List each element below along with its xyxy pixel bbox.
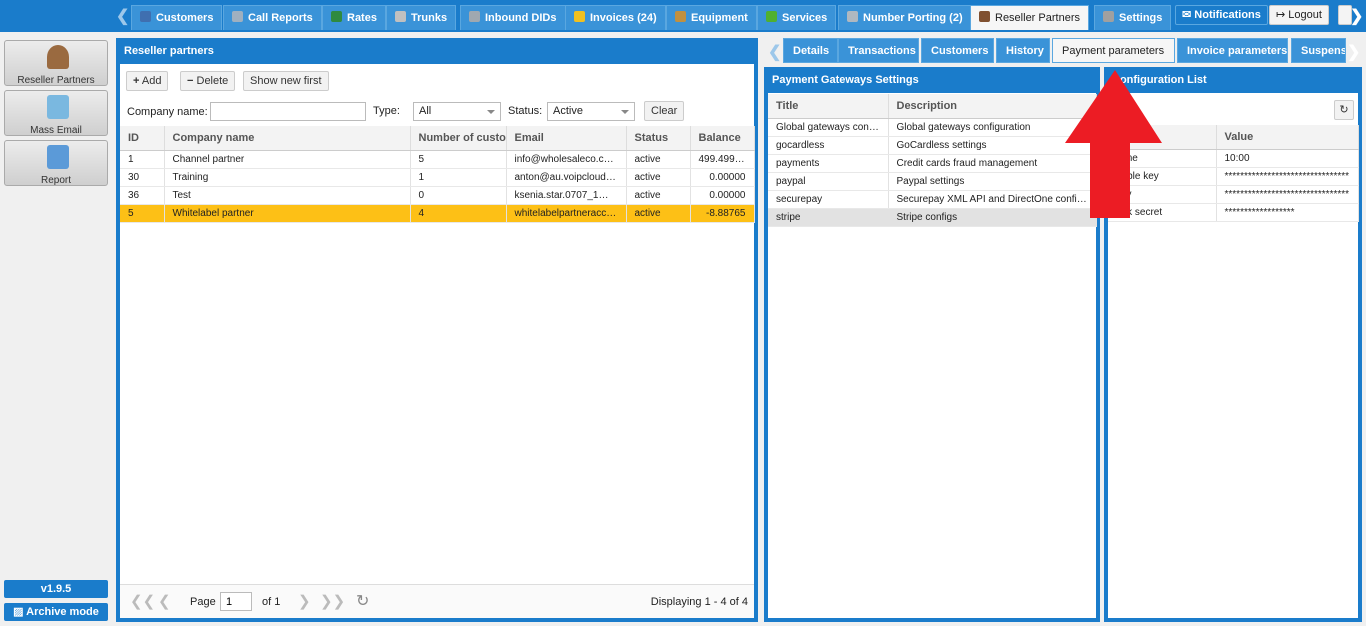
up-arrow-icon [1065, 70, 1162, 218]
red-arrow-annotation [1065, 70, 1162, 218]
